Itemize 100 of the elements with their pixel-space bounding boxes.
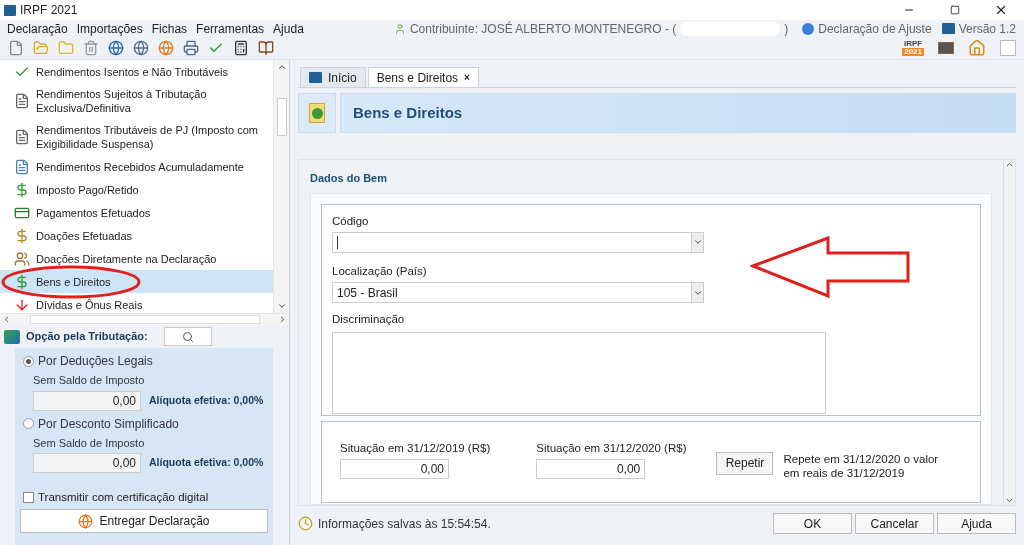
sidebar-item-label: Rendimentos Sujeitos à Tributação Exclusiva/Definitiva: [36, 87, 208, 116]
logo-text: IRPF: [904, 40, 923, 48]
coin-icon: [14, 181, 30, 198]
scrollbar-thumb[interactable]: [29, 315, 260, 324]
down-chevron-icon: [1005, 496, 1014, 505]
code-select[interactable]: [332, 231, 704, 253]
trash-icon[interactable]: [83, 40, 99, 56]
document-icon: [14, 93, 30, 109]
search-button[interactable]: [163, 327, 212, 346]
tab-label: Início: [328, 69, 357, 87]
dialog-button[interactable]: Ajuda: [937, 513, 1016, 534]
sidebar-item[interactable]: Rendimentos Tributáveis de PJ (Imposto com Exigibilidade Suspensa): [0, 119, 273, 155]
sidebar-item-label: Rendimentos Recebidos Acumuladamente: [36, 159, 245, 174]
repeat-note: Repete em 31/12/2020 o valor em reais de 31/12/2019: [783, 451, 940, 480]
repeat-button[interactable]: Repetir: [716, 451, 774, 475]
up-chevron-icon: [1005, 160, 1014, 169]
printer-icon[interactable]: [183, 40, 199, 56]
chalkboard-icon[interactable]: [938, 42, 954, 54]
right-chevron-icon: [278, 315, 287, 324]
radio-label: Por Deduções Legais: [38, 353, 153, 370]
sidebar-item[interactable]: Doações Efetuadas: [0, 224, 273, 247]
menu-item[interactable]: Declaração: [4, 19, 71, 38]
down-chevron-icon: [276, 301, 287, 311]
sidebar-item-label: Dívidas e Ônus Reais: [36, 297, 144, 312]
field-label: Discriminação: [332, 312, 406, 327]
sidebar-item-label: Rendimentos Tributáveis de PJ (Imposto com Exigibilidade Suspensa): [36, 123, 259, 152]
amount-field[interactable]: 0,00: [33, 390, 141, 411]
folder-icon[interactable]: [58, 40, 74, 56]
amount-field[interactable]: 0,00: [536, 458, 646, 479]
app-icon: [4, 4, 16, 16]
declaration-type: Declaração de Ajuste: [818, 20, 932, 38]
country-select[interactable]: 105 - Brasil: [332, 282, 704, 303]
horizontal-scrollbar[interactable]: [0, 313, 289, 325]
field-label: Situação em 31/12/2019 (R$): [340, 440, 491, 456]
person-icon: [393, 22, 406, 35]
sidebar-item[interactable]: Rendimentos Recebidos Acumuladamente: [0, 155, 273, 178]
people-icon: [14, 250, 30, 267]
maximize-icon: [950, 5, 960, 15]
menu-item[interactable]: Ferramentas: [193, 19, 268, 38]
globe-icon[interactable]: [133, 40, 149, 56]
home-icon[interactable]: [968, 39, 986, 57]
tab-label: Bens e Direitos: [376, 69, 459, 87]
dialog-button[interactable]: OK: [773, 513, 852, 534]
menu-item[interactable]: Ajuda: [270, 19, 307, 38]
menu-item[interactable]: Importações: [73, 19, 146, 38]
section-title: Dados do Bem: [310, 171, 388, 186]
tab[interactable]: Início: [300, 67, 366, 87]
book-icon[interactable]: [258, 40, 274, 56]
vertical-scrollbar[interactable]: [273, 60, 289, 313]
sidebar-item[interactable]: Rendimentos Isentos e Não Tributáveis: [0, 60, 273, 83]
sidebar-item-label: Rendimentos Isentos e Não Tributáveis: [36, 64, 229, 79]
sidebar-item-label: Imposto Pago/Retido: [36, 182, 140, 197]
dialog-button[interactable]: Cancelar: [855, 513, 934, 534]
calculator-icon[interactable]: [233, 40, 249, 56]
close-icon: [994, 3, 1008, 17]
sidebar-item-label: Pagamentos Efetuados: [36, 205, 152, 220]
globe-icon[interactable]: [158, 40, 174, 56]
version-icon: [941, 23, 955, 34]
radio-button[interactable]: [23, 418, 34, 429]
sidebar-item[interactable]: Bens e Direitos: [0, 270, 273, 293]
submit-button[interactable]: Entregar Declaração: [20, 509, 268, 534]
document-icon: [14, 158, 30, 175]
checkbox-label: Transmitir com certificação digital: [38, 490, 209, 505]
sidebar-item[interactable]: Doações Diretamente na Declaração: [0, 247, 273, 270]
globe-icon: [78, 513, 94, 529]
version-label: Versão 1.2: [958, 20, 1016, 38]
balance-status: Sem Saldo de Imposto: [33, 435, 146, 451]
close-tab-button[interactable]: ×: [464, 70, 470, 85]
field-label: Situação em 31/12/2020 (R$): [536, 440, 687, 456]
field-label: Código: [332, 213, 370, 229]
declaration-icon: [802, 22, 815, 35]
amount-field[interactable]: 0,00: [33, 453, 141, 473]
sidebar-item[interactable]: Pagamentos Efetuados: [0, 201, 273, 224]
amount-field[interactable]: 0,00: [340, 458, 449, 479]
sidebar-item-label: Doações Diretamente na Declaração: [36, 251, 218, 266]
effective-rate: Alíquota efetiva: 0,00%: [149, 455, 264, 471]
sidebar-item[interactable]: Rendimentos Sujeitos à Tributação Exclusiva/Definitiva: [0, 83, 273, 119]
globe-icon[interactable]: [108, 40, 124, 56]
taxation-title: Opção pela Tributação:: [26, 329, 148, 345]
tab[interactable]: Bens e Direitos ×: [367, 67, 479, 87]
sidebar-item[interactable]: Imposto Pago/Retido: [0, 178, 273, 201]
description-textarea[interactable]: [332, 332, 826, 415]
taxpayer-label-end: ): [784, 20, 789, 38]
scrollbar-thumb[interactable]: [276, 97, 287, 136]
coin-icon: [14, 227, 30, 244]
taxpayer-label: Contribuinte: JOSÉ ALBERTO MONTENEGRO - (: [409, 20, 677, 38]
status-message: Informações salvas às 15:54:54.: [318, 515, 491, 533]
checkbox[interactable]: [23, 492, 34, 504]
money-icon: [14, 273, 30, 290]
sidebar-item[interactable]: Dívidas e Ônus Reais: [0, 293, 273, 313]
menu-item[interactable]: Fichas: [148, 19, 191, 38]
vertical-scrollbar[interactable]: [1003, 160, 1015, 505]
sidebar-item-label: Bens e Direitos: [36, 274, 112, 289]
document-icon[interactable]: [8, 40, 24, 56]
irpf-logo[interactable]: IRPF 2021: [902, 40, 924, 56]
page-title: Bens e Direitos: [353, 102, 463, 123]
radio-button[interactable]: [23, 355, 34, 367]
left-chevron-icon: [2, 315, 11, 324]
field-label: Localização (País): [332, 263, 428, 279]
open-folder-icon[interactable]: [33, 40, 49, 56]
